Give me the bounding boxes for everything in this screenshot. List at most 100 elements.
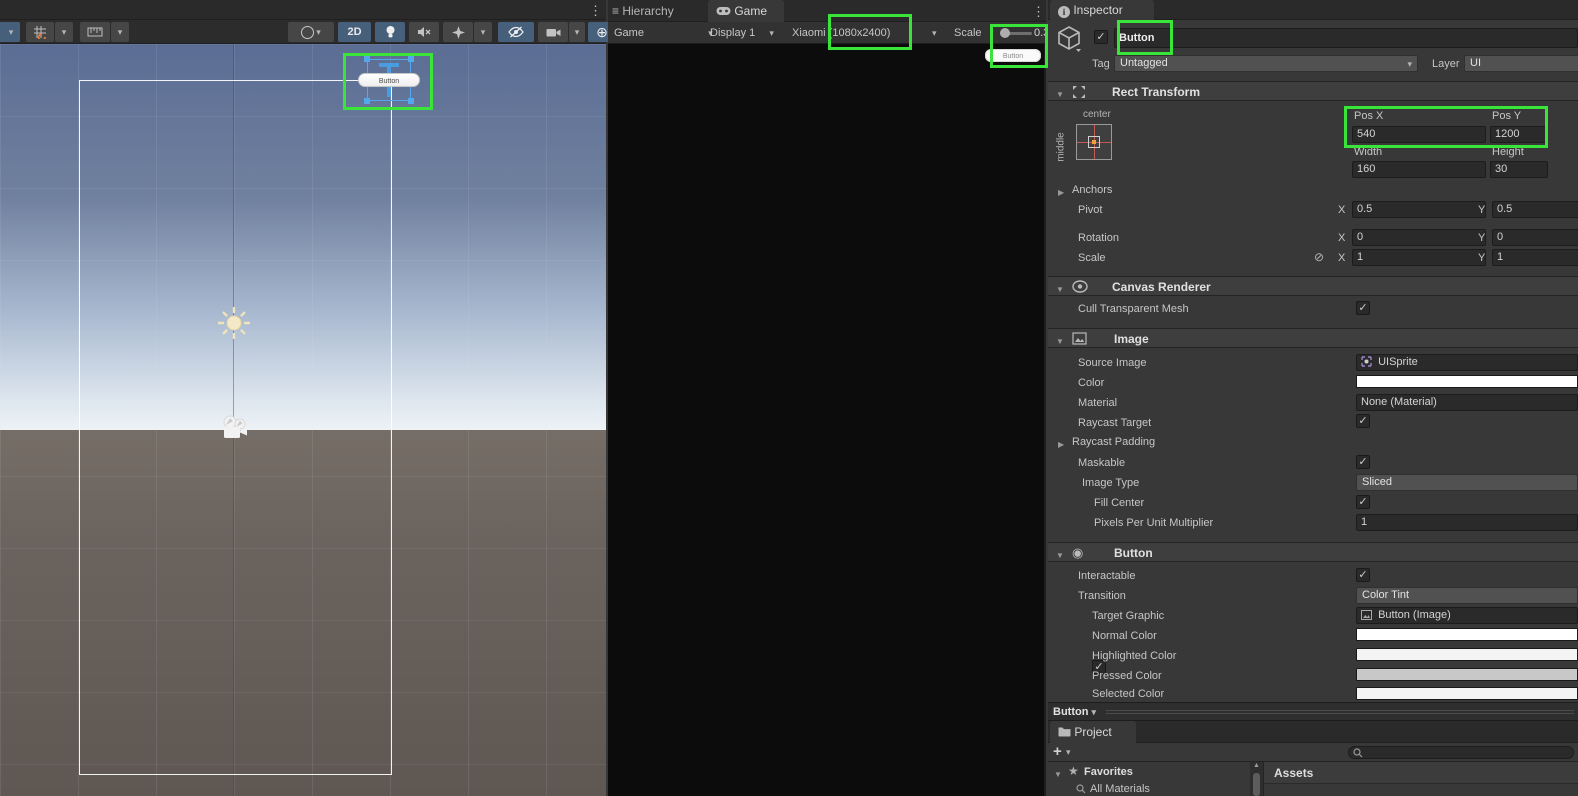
scrollbar-thumb[interactable] — [1253, 773, 1260, 796]
effects-dropdown[interactable] — [474, 22, 492, 42]
rect-tool-handle[interactable] — [364, 56, 370, 62]
breadcrumb-button-dropdown[interactable]: Button — [1053, 705, 1096, 719]
scene-tab-strip — [0, 0, 606, 20]
raycast-padding-foldout-icon[interactable] — [1058, 438, 1064, 450]
anchors-foldout-icon[interactable] — [1058, 186, 1064, 198]
tag-value: Untagged — [1120, 57, 1168, 69]
display-target-dropdown[interactable]: Display 1 — [710, 26, 774, 40]
highlighted-color-swatch[interactable] — [1356, 648, 1578, 661]
pos-x-field[interactable]: 540 — [1352, 126, 1486, 143]
project-search-input[interactable] — [1348, 746, 1574, 759]
anchors-label: Anchors — [1072, 184, 1113, 196]
scene-viewport[interactable]: Button — [0, 44, 606, 796]
tool-handle-dropdown[interactable] — [0, 22, 20, 42]
constrain-proportions-icon[interactable]: ⊘ — [1314, 250, 1324, 264]
grid-snapping-dropdown[interactable] — [55, 22, 73, 42]
scroll-up-icon[interactable]: ▲ — [1253, 762, 1260, 769]
raycast-target-checkbox[interactable] — [1356, 414, 1370, 428]
height-field[interactable]: 30 — [1490, 161, 1548, 178]
selected-button-gizmo[interactable]: Button — [343, 53, 435, 111]
interactable-checkbox[interactable] — [1356, 568, 1370, 582]
fill-center-label: Fill Center — [1094, 497, 1145, 509]
foldout-icon[interactable] — [1056, 549, 1064, 561]
target-graphic-field[interactable]: Button (Image) — [1356, 607, 1578, 624]
pos-y-field[interactable]: 1200 — [1490, 126, 1548, 143]
create-asset-button[interactable]: + — [1053, 743, 1062, 760]
resolution-dropdown-arrow[interactable] — [932, 26, 937, 40]
image-type-dropdown[interactable]: Sliced — [1356, 474, 1578, 491]
splitter-line[interactable] — [1106, 710, 1574, 711]
transition-dropdown[interactable]: Color Tint — [1356, 587, 1578, 604]
scene-visibility-toggle[interactable] — [498, 22, 534, 42]
gameobject-active-checkbox[interactable] — [1094, 30, 1108, 44]
pos-y-label: Pos Y — [1492, 110, 1522, 122]
tab-game-label: Game — [734, 4, 768, 18]
rotation-y-field[interactable]: 0 — [1492, 229, 1578, 246]
create-asset-dropdown[interactable] — [1066, 746, 1071, 758]
resolution-dropdown[interactable]: Xiaomi (1080x2400) — [792, 26, 890, 40]
image-header[interactable]: Image — [1048, 328, 1578, 674]
tab-hierarchy[interactable]: ≡ Hierarchy — [612, 0, 704, 22]
splitter-line[interactable] — [1106, 713, 1574, 714]
scene-2d-toggle[interactable]: 2D — [338, 22, 371, 42]
rect-tool-handle[interactable] — [408, 56, 414, 62]
foldout-icon[interactable] — [1056, 283, 1064, 295]
game-menu-icon[interactable] — [1032, 5, 1045, 18]
all-materials-tree-item[interactable]: All Materials — [1048, 781, 1250, 796]
canvas-renderer-icon — [1072, 280, 1088, 293]
tab-project[interactable]: Project — [1050, 721, 1136, 743]
normal-color-swatch[interactable] — [1356, 628, 1578, 641]
draw-mode-dropdown[interactable] — [288, 22, 334, 42]
rotation-x-field[interactable]: 0 — [1352, 229, 1486, 246]
grid-snapping-button[interactable] — [26, 22, 54, 42]
favorites-tree-item[interactable]: ★ Favorites — [1048, 764, 1250, 780]
project-tree-scrollbar[interactable]: ▲ — [1250, 762, 1263, 796]
pressed-color-swatch[interactable] — [1356, 668, 1578, 681]
tab-game[interactable]: Game — [708, 0, 784, 22]
assets-header-row[interactable]: Assets — [1264, 762, 1578, 784]
scale-y-field[interactable]: 1 — [1492, 249, 1578, 266]
fill-center-checkbox[interactable] — [1356, 495, 1370, 509]
foldout-icon[interactable] — [1056, 88, 1064, 100]
tag-dropdown[interactable]: Untagged — [1114, 55, 1418, 72]
directional-light-gizmo[interactable] — [215, 304, 253, 342]
scene-audio-toggle[interactable] — [409, 22, 439, 42]
scale-slider-thumb[interactable] — [1000, 28, 1010, 38]
cull-transparent-mesh-checkbox[interactable] — [1356, 301, 1370, 315]
scene-ui-button[interactable]: Button — [358, 73, 420, 87]
ppu-multiplier-field[interactable]: 1 — [1356, 514, 1578, 531]
scale-slider[interactable] — [1000, 28, 1032, 38]
scene-menu-icon[interactable] — [589, 4, 602, 17]
camera-gizmo[interactable] — [218, 414, 250, 442]
pivot-x-field[interactable]: 0.5 — [1352, 201, 1486, 218]
favorites-foldout-icon[interactable] — [1054, 768, 1062, 780]
scale-x-field[interactable]: 1 — [1352, 249, 1486, 266]
snap-increment-button[interactable] — [80, 22, 110, 42]
rect-tool-handle[interactable] — [364, 98, 370, 104]
gameobject-name-field[interactable]: Button — [1114, 28, 1578, 48]
game-display-mode-dropdown[interactable]: Game — [614, 26, 713, 40]
selected-color-swatch[interactable] — [1356, 687, 1578, 700]
image-color-swatch[interactable] — [1356, 375, 1578, 388]
rect-transform-header[interactable]: Rect Transform — [1048, 81, 1578, 101]
camera-dropdown[interactable] — [569, 22, 585, 42]
effects-toggle[interactable] — [443, 22, 473, 42]
gameobject-cube-icon[interactable] — [1056, 25, 1082, 53]
foldout-icon[interactable] — [1056, 335, 1064, 347]
tab-inspector[interactable]: i Inspector — [1050, 0, 1154, 20]
game-rendered-button[interactable]: Button — [985, 49, 1041, 62]
button-component-header[interactable]: ◉ Button — [1048, 542, 1578, 562]
pivot-y-field[interactable]: 0.5 — [1492, 201, 1578, 218]
scene-camera-settings-button[interactable] — [538, 22, 568, 42]
source-image-field[interactable]: UISprite — [1356, 354, 1578, 371]
layer-dropdown[interactable]: UI — [1464, 55, 1578, 72]
material-field[interactable]: None (Material) — [1356, 394, 1578, 411]
canvas-renderer-header[interactable]: Canvas Renderer — [1048, 276, 1578, 296]
width-field[interactable]: 160 — [1352, 161, 1486, 178]
scene-lighting-toggle[interactable] — [375, 22, 405, 42]
maskable-checkbox[interactable] — [1356, 455, 1370, 469]
rect-tool-handle[interactable] — [408, 98, 414, 104]
anchor-preset-widget[interactable] — [1076, 124, 1112, 160]
snap-increment-dropdown[interactable] — [111, 22, 129, 42]
target-graphic-value: Button (Image) — [1378, 609, 1451, 621]
